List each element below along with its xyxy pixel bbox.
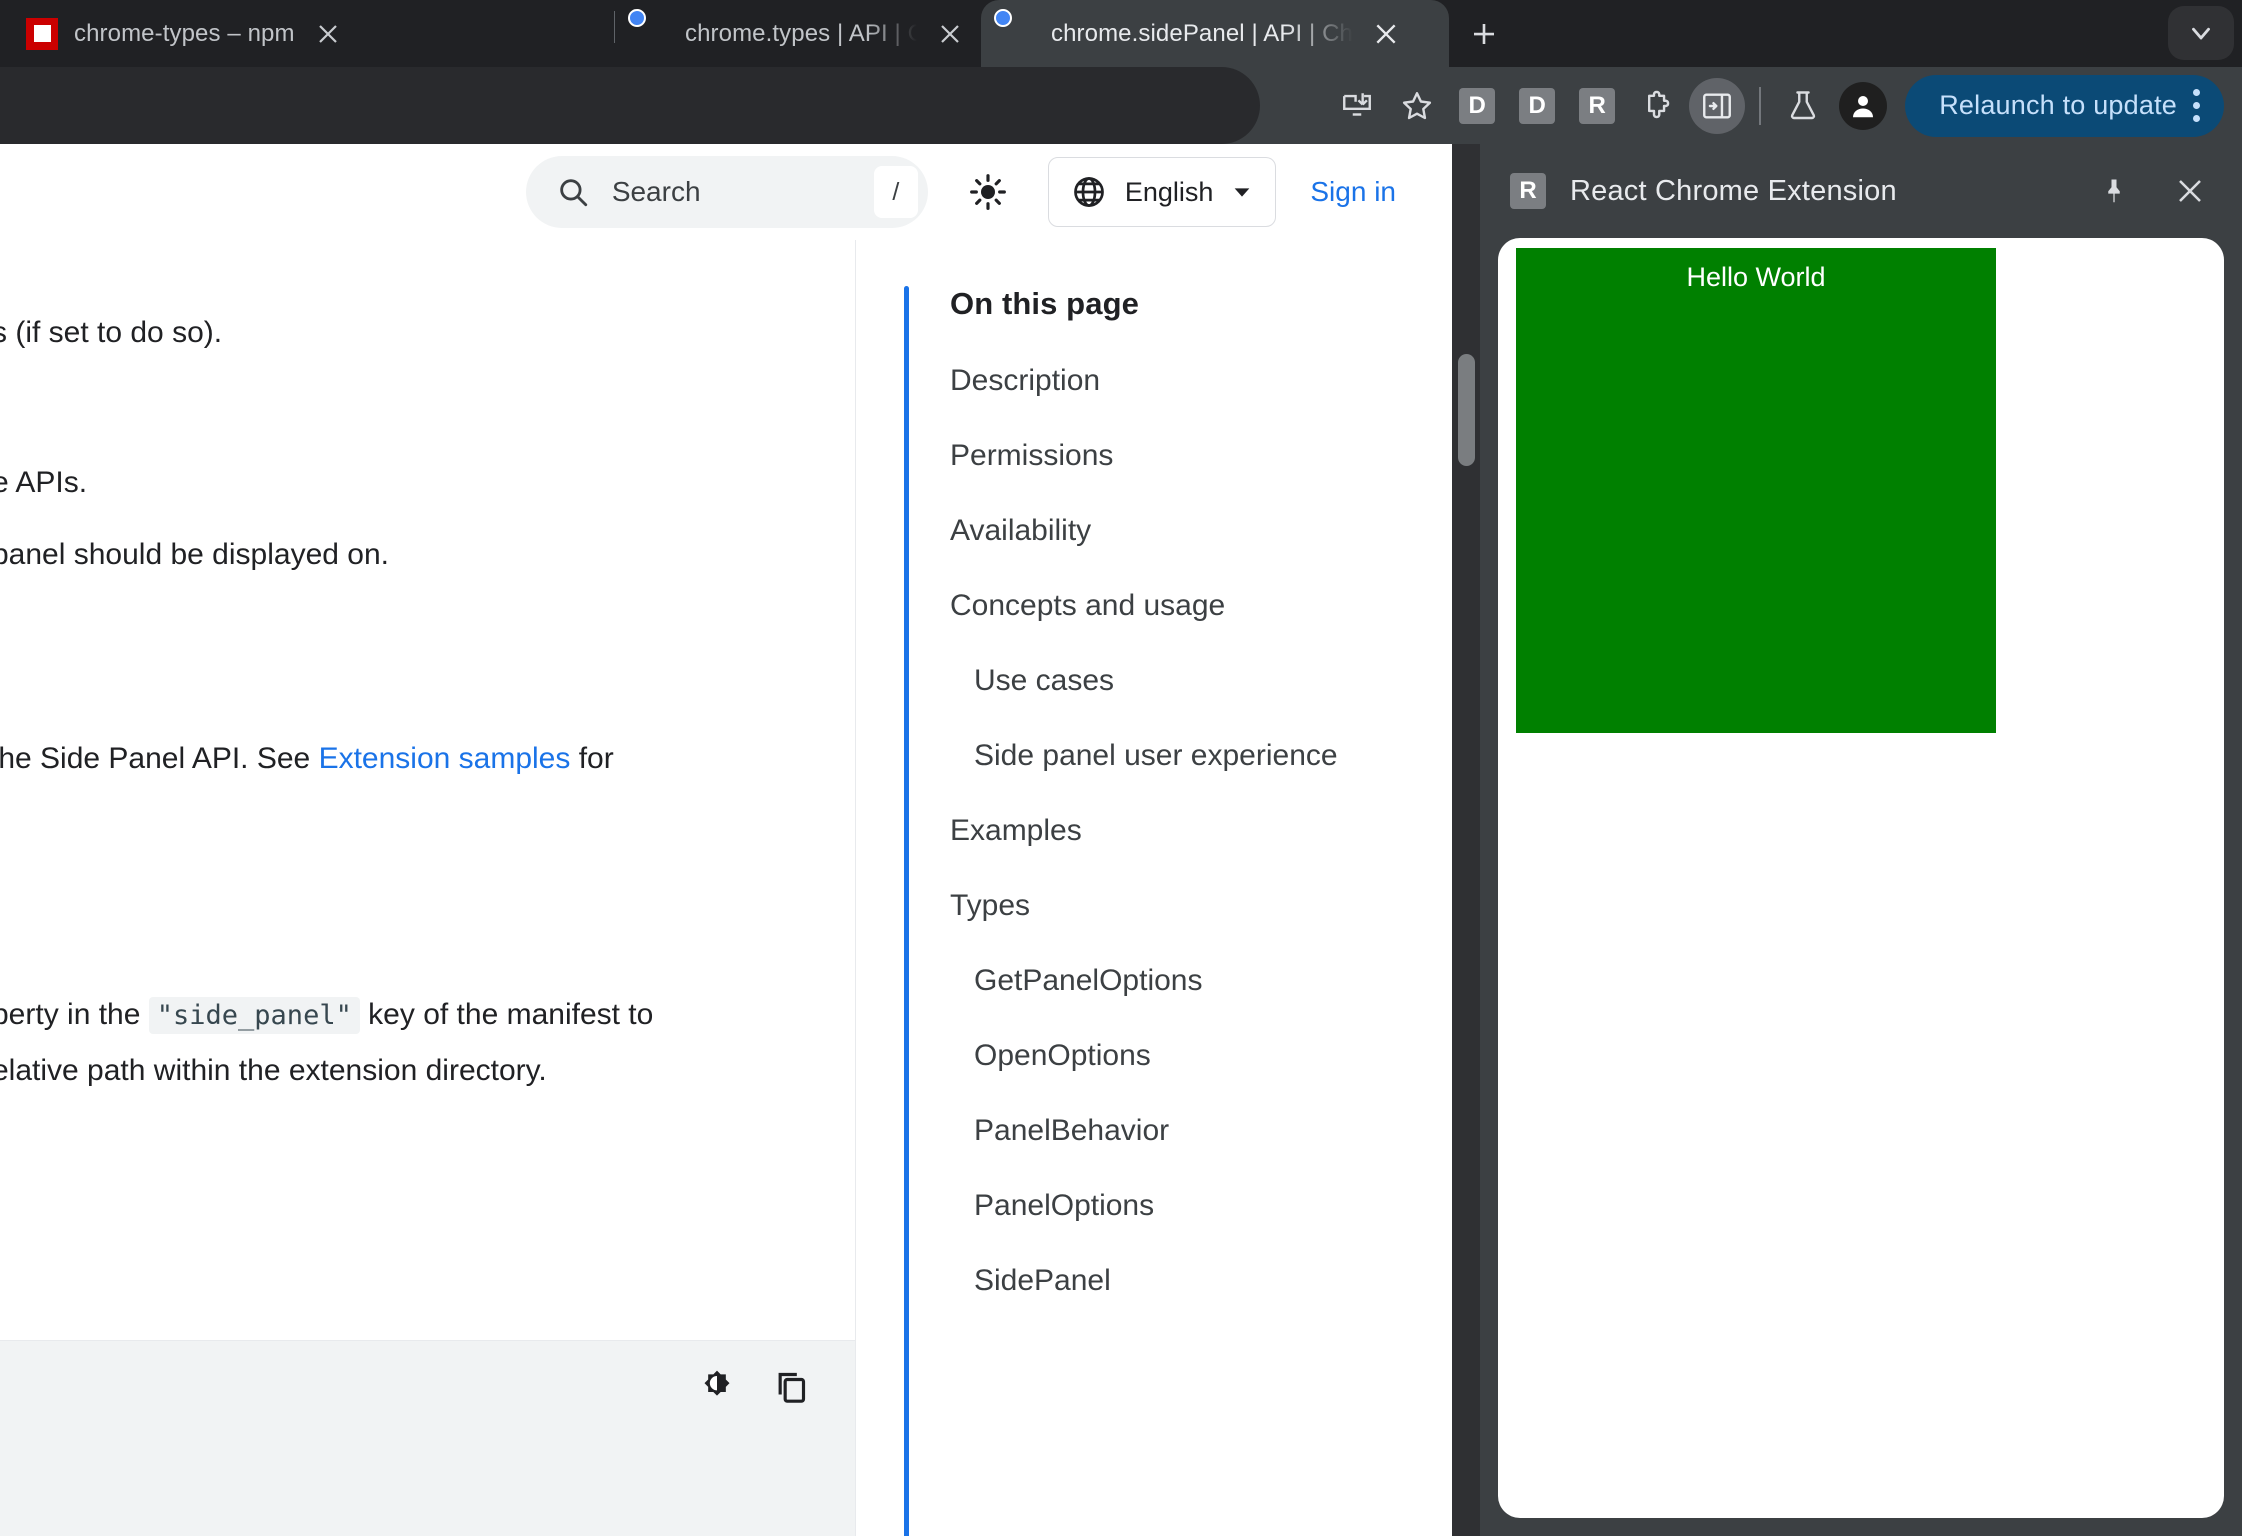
relaunch-label: Relaunch to update bbox=[1939, 90, 2177, 121]
extension-chip-d2[interactable]: D bbox=[1509, 78, 1565, 134]
new-tab-button[interactable] bbox=[1461, 11, 1507, 57]
side-panel-icon[interactable] bbox=[1689, 78, 1745, 134]
close-x-icon[interactable] bbox=[2164, 165, 2216, 217]
globe-icon bbox=[1071, 174, 1107, 210]
hello-world-box: Hello World bbox=[1516, 248, 1996, 733]
pin-icon[interactable] bbox=[2088, 165, 2140, 217]
article-line-4-suffix: for bbox=[570, 742, 613, 775]
install-app-icon[interactable] bbox=[1329, 78, 1385, 134]
chrome-icon bbox=[1003, 18, 1035, 50]
npm-icon bbox=[26, 18, 58, 50]
article-code-line-2: elative path within the extension direct… bbox=[0, 1048, 547, 1095]
search-icon bbox=[556, 175, 590, 209]
extension-chip-d1[interactable]: D bbox=[1449, 78, 1505, 134]
brightness-sun-icon bbox=[968, 172, 1008, 212]
tab-close-button[interactable] bbox=[933, 17, 967, 51]
browser-tab-1[interactable]: chrome-types – npm bbox=[4, 0, 614, 67]
chrome-side-panel: R React Chrome Extension Hello World bbox=[1480, 144, 2242, 1536]
extension-samples-link[interactable]: Extension samples bbox=[319, 742, 571, 775]
side-panel-code-token: "side_panel" bbox=[149, 997, 360, 1034]
side-panel-header: R React Chrome Extension bbox=[1480, 144, 2242, 238]
article-line-4: the Side Panel API. See Extension sample… bbox=[0, 736, 614, 783]
toc-item-examples[interactable]: Examples bbox=[950, 816, 1452, 846]
toc-list: On this page Description Permissions Ava… bbox=[904, 240, 1452, 1296]
tab-search-button[interactable] bbox=[2168, 6, 2234, 60]
toc-item-availability[interactable]: Availability bbox=[950, 516, 1452, 546]
tab-close-button[interactable] bbox=[311, 17, 345, 51]
extension-chip-label: D bbox=[1519, 88, 1555, 124]
toc-item-use-cases[interactable]: Use cases bbox=[950, 666, 1452, 696]
toc-item-description[interactable]: Description bbox=[950, 366, 1452, 396]
article-line-1: s (if set to do so). bbox=[0, 310, 222, 357]
kebab-menu-icon[interactable] bbox=[2193, 89, 2200, 122]
tab-close-button[interactable] bbox=[1369, 17, 1403, 51]
tab-title: chrome.sidePanel | API | Ch bbox=[1051, 20, 1353, 48]
side-panel-content: Hello World bbox=[1498, 238, 2224, 1518]
toc-item-paneloptions[interactable]: PanelOptions bbox=[950, 1191, 1452, 1221]
extensions-puzzle-icon[interactable] bbox=[1629, 78, 1685, 134]
search-placeholder: Search bbox=[612, 176, 852, 208]
page-scrollbar[interactable] bbox=[1452, 144, 1480, 1536]
search-input[interactable]: Search / bbox=[526, 156, 928, 228]
side-panel-title: React Chrome Extension bbox=[1570, 175, 2064, 208]
web-page-content: Search / bbox=[0, 144, 1452, 1536]
toc-item-permissions[interactable]: Permissions bbox=[950, 441, 1452, 471]
article-column: s (if set to do so). e APIs. panel shoul… bbox=[0, 240, 856, 1536]
chevron-down-icon bbox=[1231, 181, 1253, 203]
dark-mode-contrast-icon[interactable] bbox=[693, 1363, 741, 1411]
star-icon[interactable] bbox=[1389, 78, 1445, 134]
account-avatar-icon[interactable] bbox=[1835, 78, 1891, 134]
hello-world-label: Hello World bbox=[1686, 262, 1825, 292]
tab-title: chrome.types | API | Chrom bbox=[685, 20, 917, 48]
language-value: English bbox=[1125, 177, 1214, 208]
toc-item-side-panel-user-experience[interactable]: Side panel user experience bbox=[950, 741, 1452, 771]
sign-in-link[interactable]: Sign in bbox=[1310, 176, 1396, 208]
toc-accent-rail bbox=[904, 286, 909, 1536]
extension-chip-label: R bbox=[1579, 88, 1615, 124]
copy-icon[interactable] bbox=[767, 1363, 815, 1411]
toc-item-types[interactable]: Types bbox=[950, 891, 1452, 921]
page-scrollbar-thumb[interactable] bbox=[1458, 354, 1475, 466]
omnibox-container[interactable] bbox=[0, 67, 1260, 144]
browser-toolbar: D D R bbox=[0, 67, 2242, 144]
toc-item-openoptions[interactable]: OpenOptions bbox=[950, 1041, 1452, 1071]
code-line-suffix: key of the manifest to bbox=[360, 998, 653, 1031]
chevron-down-icon bbox=[2186, 18, 2216, 48]
code-line-prefix: perty in the bbox=[0, 998, 149, 1031]
docs-site-header: Search / bbox=[0, 144, 1452, 240]
article-code-line: perty in the "side_panel" key of the man… bbox=[0, 992, 653, 1039]
extension-chip-r[interactable]: R bbox=[1569, 78, 1625, 134]
language-selector[interactable]: English bbox=[1048, 157, 1277, 227]
code-sample-footer bbox=[0, 1340, 855, 1536]
tab-title: chrome-types – npm bbox=[74, 20, 295, 48]
toolbar-divider bbox=[1759, 87, 1761, 125]
toc-heading: On this page bbox=[950, 286, 1452, 322]
page-body: s (if set to do so). e APIs. panel shoul… bbox=[0, 240, 1452, 1536]
relaunch-to-update-button[interactable]: Relaunch to update bbox=[1905, 75, 2224, 137]
article-line-4-prefix: the Side Panel API. See bbox=[0, 742, 319, 775]
extension-badge-icon: R bbox=[1510, 173, 1546, 209]
toc-item-getpaneloptions[interactable]: GetPanelOptions bbox=[950, 966, 1452, 996]
tab-strip: chrome-types – npm chrome.types | API | … bbox=[0, 0, 2242, 67]
flask-labs-icon[interactable] bbox=[1775, 78, 1831, 134]
article-line-2: e APIs. bbox=[0, 460, 87, 507]
browser-tab-3-active[interactable]: chrome.sidePanel | API | Ch bbox=[981, 0, 1449, 67]
article-line-3: panel should be displayed on. bbox=[0, 532, 389, 579]
chrome-browser-window: chrome-types – npm chrome.types | API | … bbox=[0, 0, 2242, 1536]
toc-item-concepts-and-usage[interactable]: Concepts and usage bbox=[950, 591, 1452, 621]
toc-item-panelbehavior[interactable]: PanelBehavior bbox=[950, 1116, 1452, 1146]
theme-toggle-button[interactable] bbox=[962, 166, 1014, 218]
browser-viewport: Search / bbox=[0, 144, 2242, 1536]
extension-chip-label: D bbox=[1459, 88, 1495, 124]
on-this-page-toc: On this page Description Permissions Ava… bbox=[856, 240, 1452, 1536]
chrome-icon bbox=[637, 18, 669, 50]
browser-tab-2[interactable]: chrome.types | API | Chrom bbox=[615, 0, 981, 67]
toc-item-sidepanel[interactable]: SidePanel bbox=[950, 1266, 1452, 1296]
search-shortcut-key: / bbox=[874, 166, 918, 218]
